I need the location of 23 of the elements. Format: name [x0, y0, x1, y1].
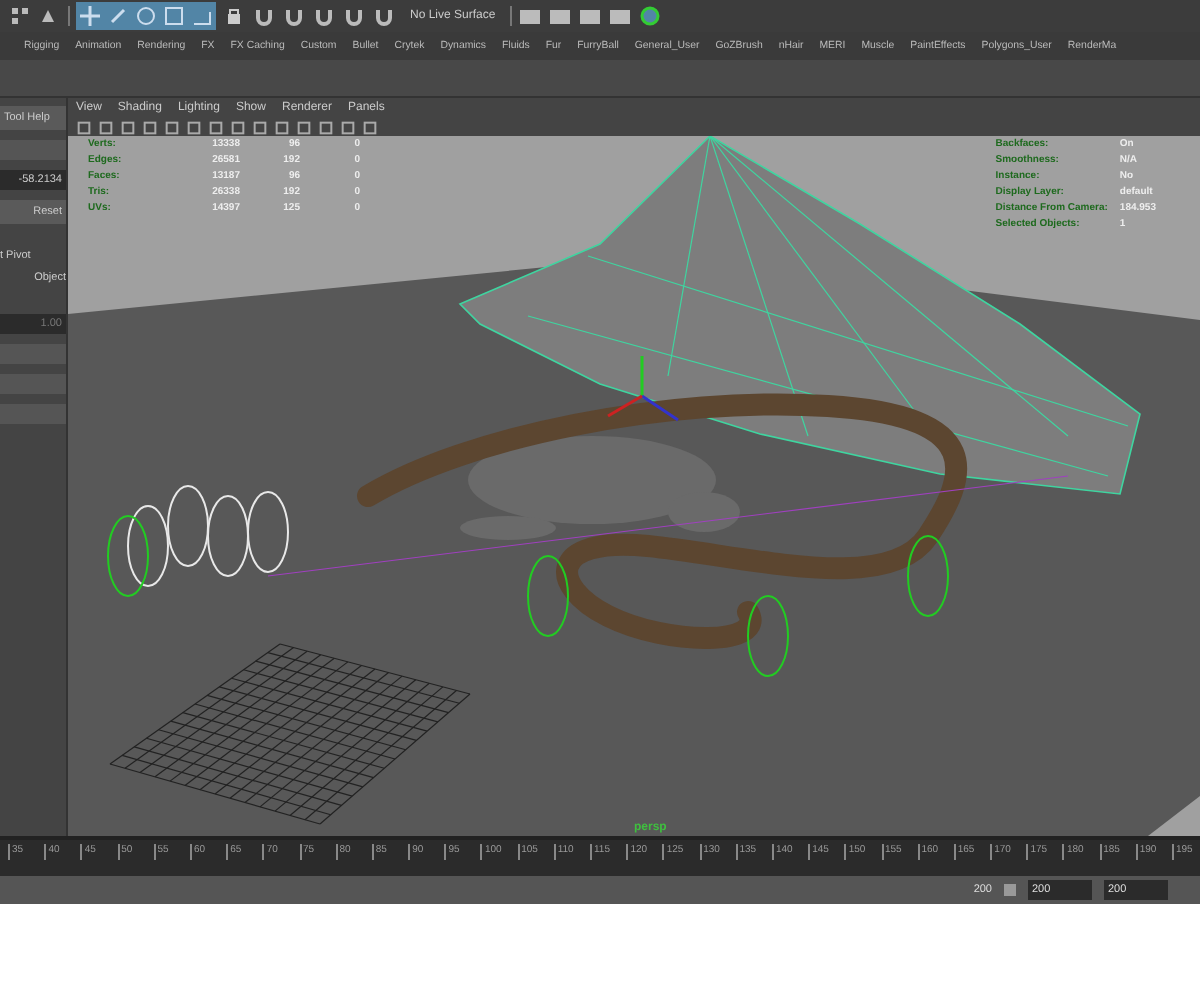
magnet-icon[interactable]: [282, 4, 306, 28]
panel-field[interactable]: [0, 404, 66, 424]
control-ring[interactable]: [527, 555, 569, 637]
panel-field[interactable]: [0, 344, 66, 364]
viewport[interactable]: [68, 136, 1200, 836]
camera-icon[interactable]: [637, 4, 662, 28]
control-ring[interactable]: [747, 595, 789, 677]
range-handle[interactable]: [1004, 884, 1016, 896]
magnet-icon[interactable]: [342, 4, 366, 28]
panel-field[interactable]: [0, 374, 66, 394]
select-icon[interactable]: [8, 4, 32, 28]
magnet-icon[interactable]: [312, 4, 336, 28]
scale-icon[interactable]: [162, 4, 186, 28]
line-icon[interactable]: [106, 4, 130, 28]
move-manipulator-icon[interactable]: [607, 356, 679, 422]
magnet-icon[interactable]: [372, 4, 396, 28]
magnet-icon[interactable]: [252, 4, 276, 28]
lock-icon[interactable]: [222, 4, 246, 28]
rotate-icon[interactable]: [134, 4, 158, 28]
control-ring[interactable]: [907, 535, 949, 617]
move-icon[interactable]: [78, 4, 102, 28]
panel-field[interactable]: [0, 140, 66, 160]
control-ring[interactable]: [107, 515, 149, 597]
